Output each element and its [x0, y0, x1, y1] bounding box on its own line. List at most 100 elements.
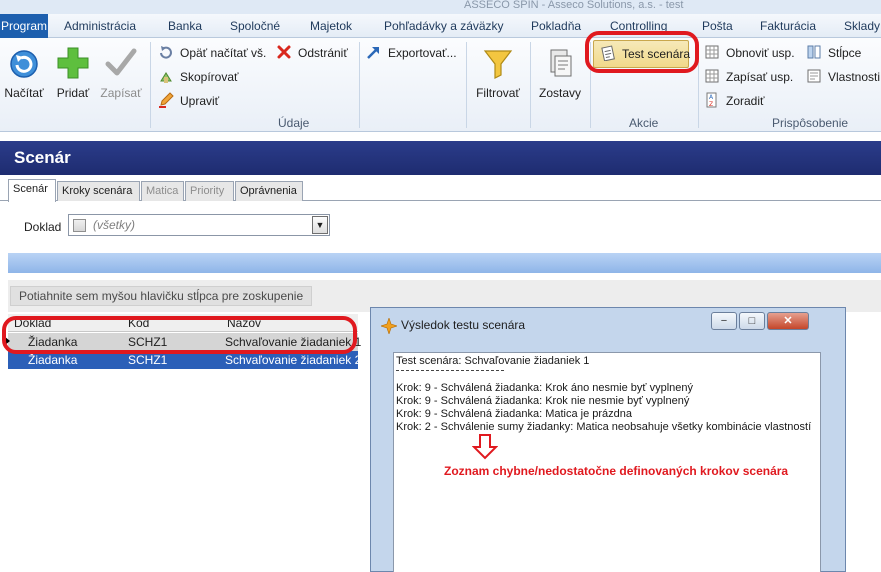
reload-all-icon: [160, 46, 172, 59]
copy-icon: [160, 72, 172, 83]
menu-tab-program[interactable]: Program: [0, 14, 48, 38]
upravit-label: Upraviť: [180, 94, 220, 108]
page-title: Scenár: [14, 148, 71, 167]
group-label-udaje: Údaje: [278, 116, 310, 130]
reports-icon: [550, 49, 572, 77]
exportovat-button[interactable]: Exportovať...: [366, 44, 457, 62]
properties-icon: [807, 69, 821, 83]
zostavy-label: Zostavy: [538, 86, 581, 100]
opat-nacitat-label: Opäť načítať vš.: [180, 46, 267, 60]
zapisat-label: Zapísať: [100, 86, 142, 100]
page-header: Scenár: [0, 141, 881, 175]
checkmark-icon: [105, 48, 137, 76]
pridat-label: Pridať: [56, 86, 90, 100]
result-dialog: Výsledok testu scenára − □ ✕ Test scenár…: [370, 307, 846, 572]
odstranit-button[interactable]: Odstrániť: [276, 44, 348, 62]
delete-icon: [277, 45, 291, 59]
star-icon: [381, 318, 397, 334]
highlight-test-button: [585, 31, 699, 73]
down-arrow-icon: [472, 434, 498, 460]
doklad-label: Doklad: [24, 220, 62, 234]
dialog-output[interactable]: Test scenára: Schvaľovanie žiadaniek 1 K…: [393, 352, 821, 572]
menu-tab-posta[interactable]: Pošta: [702, 19, 733, 33]
menu-tab-banka[interactable]: Banka: [168, 19, 202, 33]
zapisat-usp-button[interactable]: Zapísať usp.: [704, 68, 793, 86]
window-title: ASSECO SPIN - Asseco Solutions, a.s. - t…: [464, 0, 684, 11]
zostavy-button[interactable]: Zostavy: [536, 46, 584, 100]
ribbon-separator: [150, 42, 151, 128]
menu-tab-administracia[interactable]: Administrácia: [64, 19, 136, 33]
menu-bar: Program Administrácia Banka Spoločné Maj…: [0, 14, 881, 38]
tab-opravnenia[interactable]: Oprávnenia: [235, 181, 303, 201]
dialog-title: Výsledok testu scenára: [401, 318, 526, 332]
ribbon-separator: [359, 42, 360, 128]
output-line: Krok: 9 - Schválená žiadanka: Krok nie n…: [396, 395, 690, 407]
tab-strip: Scenár Kroky scenára Matica Priority Opr…: [0, 175, 881, 202]
opat-nacitat-button[interactable]: Opäť načítať vš.: [158, 44, 266, 62]
nacitat-button[interactable]: Načítať: [4, 46, 44, 100]
doklad-checkbox[interactable]: [73, 219, 86, 232]
tab-priority[interactable]: Priority: [185, 181, 234, 201]
menu-tab-fakturacia[interactable]: Fakturácia: [760, 19, 816, 33]
filter-band: [8, 253, 881, 273]
output-line: Krok: 2 - Schválenie sumy žiadanky: Mati…: [396, 421, 812, 433]
zoradit-label: Zoradiť: [726, 94, 765, 108]
tab-matica[interactable]: Matica: [141, 181, 184, 201]
maximize-button[interactable]: □: [739, 312, 765, 330]
annotation-text: Zoznam chybne/nedostatočne definovaných …: [444, 464, 789, 478]
export-icon: [367, 47, 379, 59]
output-line: Krok: 9 - Schválená žiadanka: Matica je …: [396, 408, 633, 420]
menu-tab-pokladna[interactable]: Pokladňa: [531, 19, 581, 33]
cell-kod: SCHZ1: [128, 353, 168, 367]
menu-tab-sklady[interactable]: Sklady: [844, 19, 880, 33]
upravit-button[interactable]: Upraviť: [158, 92, 219, 110]
output-line: Test scenára: Schvaľovanie žiadaniek 1: [396, 355, 590, 367]
menu-tab-pohladavky[interactable]: Pohľadávky a záväzky: [384, 19, 504, 33]
chevron-down-icon[interactable]: ▼: [312, 216, 328, 234]
minimize-button[interactable]: −: [711, 312, 737, 330]
obnovit-usp-label: Obnoviť usp.: [726, 46, 795, 60]
pridat-button[interactable]: Pridať: [53, 46, 93, 100]
zapisat-usp-label: Zapísať usp.: [726, 70, 794, 84]
sort-icon: A Z: [706, 92, 717, 108]
vlastnosti-button[interactable]: Vlastnosti: [806, 68, 880, 86]
nacitat-label: Načítať: [4, 86, 44, 100]
columns-icon: [807, 45, 821, 59]
pencil-icon: [159, 92, 174, 108]
output-line: Krok: 9 - Schválená žiadanka: Krok áno n…: [396, 382, 694, 394]
zoradit-button[interactable]: A Z Zoradiť: [704, 92, 765, 110]
doklad-value: (všetky): [93, 218, 135, 232]
svg-text:Z: Z: [709, 101, 713, 108]
close-button[interactable]: ✕: [767, 312, 809, 330]
window-titlebar: ASSECO SPIN - Asseco Solutions, a.s. - t…: [0, 0, 881, 14]
grid-save-icon: [705, 69, 719, 83]
tab-kroky-scenara[interactable]: Kroky scenára: [57, 181, 140, 201]
stlpce-label: Stĺpce: [828, 46, 862, 60]
group-label-akcie: Akcie: [629, 116, 659, 130]
menu-tab-spolocne[interactable]: Spoločné: [230, 19, 280, 33]
ribbon-separator: [530, 42, 531, 128]
skopirovat-button[interactable]: Skopírovať: [158, 68, 239, 86]
highlight-grid-row: [2, 316, 357, 354]
tab-scenar[interactable]: Scenár: [8, 179, 56, 202]
ribbon: Načítať Pridať Zapísať Opäť načítať vš. …: [0, 38, 881, 132]
cell-nazov: Schvaľovanie žiadaniek 2: [225, 353, 362, 367]
plus-icon: [57, 47, 89, 79]
filtrovat-label: Filtrovať: [476, 86, 520, 100]
output-divider: [396, 370, 504, 371]
filter-icon: [483, 50, 513, 79]
ribbon-separator: [466, 42, 467, 128]
vlastnosti-label: Vlastnosti: [828, 70, 881, 84]
grid-reset-icon: [705, 45, 719, 59]
stlpce-button[interactable]: Stĺpce: [806, 44, 861, 62]
doklad-combobox[interactable]: (všetky) ▼: [68, 214, 330, 236]
zapisat-button[interactable]: Zapísať: [98, 46, 144, 100]
skopirovat-label: Skopírovať: [180, 70, 239, 84]
menu-tab-majetok[interactable]: Majetok: [310, 19, 352, 33]
refresh-icon: [10, 50, 38, 78]
obnovit-usp-button[interactable]: Obnoviť usp.: [704, 44, 795, 62]
odstranit-label: Odstrániť: [298, 46, 348, 60]
cell-doklad: Žiadanka: [28, 353, 78, 367]
filtrovat-button[interactable]: Filtrovať: [472, 46, 524, 100]
exportovat-label: Exportovať...: [388, 46, 457, 60]
